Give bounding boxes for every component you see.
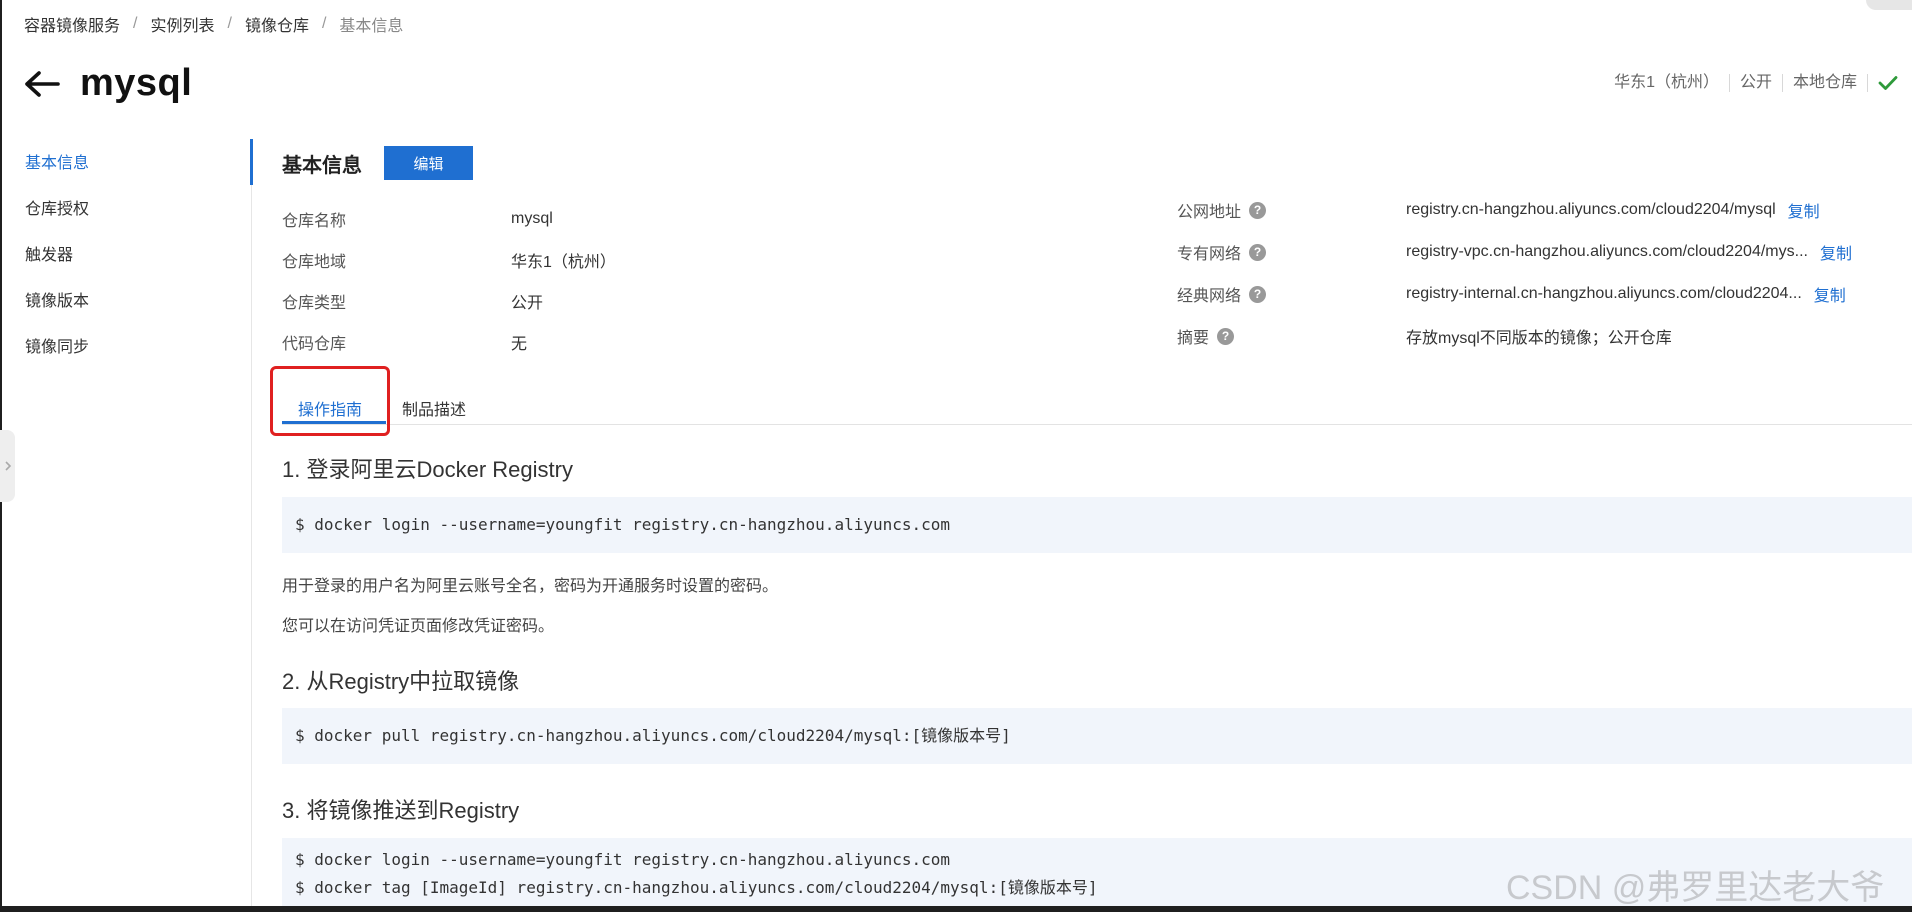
breadcrumb-separator: / — [321, 15, 327, 32]
copy-link[interactable]: 复制 — [1814, 282, 1846, 306]
info-value: 华东1（杭州） — [511, 253, 616, 271]
code-line: $ docker login --username=youngfit regis… — [295, 515, 951, 534]
info-value: 公开 — [511, 294, 544, 312]
window-bottom-edge — [0, 906, 1912, 912]
code-block: $ docker pull registry.cn-hangzhou.aliyu… — [282, 708, 1912, 764]
code-line: $ docker pull registry.cn-hangzhou.aliyu… — [295, 726, 1011, 745]
summary-value: 存放mysql不同版本的镜像；公开仓库 — [1406, 330, 1672, 347]
sidebar-active-indicator — [250, 139, 253, 185]
breadcrumb-container-registry[interactable]: 容器镜像服务 — [24, 12, 120, 36]
info-value: 无 — [511, 335, 528, 353]
guide-section-title: 2. 从Registry中拉取镜像 — [282, 669, 520, 694]
guide-section-title: 1. 登录阿里云Docker Registry — [282, 457, 573, 482]
info-label: 专有网络? — [1177, 240, 1406, 264]
guide-section-title: 3. 将镜像推送到Registry — [282, 798, 520, 823]
copy-link[interactable]: 复制 — [1788, 198, 1820, 222]
info-label-text: 公网地址 — [1177, 204, 1242, 221]
info-row: 经典网络? registry-internal.cn-hangzhou.aliy… — [1177, 273, 1852, 315]
window-corner-tab — [1866, 0, 1912, 10]
info-label: 仓库名称 — [282, 212, 347, 230]
info-label: 仓库类型 — [282, 294, 347, 312]
sidebar: 基本信息 仓库授权 触发器 镜像版本 镜像同步 — [0, 145, 250, 375]
info-label: 仓库地域 — [282, 253, 347, 271]
public-address-value: registry.cn-hangzhou.aliyuncs.com/cloud2… — [1406, 201, 1776, 218]
sidebar-divider — [251, 139, 252, 912]
info-label-text: 专有网络 — [1177, 246, 1242, 263]
sidebar-item-image-sync[interactable]: 镜像同步 — [0, 329, 250, 375]
sidebar-item-basic-info[interactable]: 基本信息 — [0, 145, 250, 191]
repo-visibility: 公开 — [1728, 74, 1782, 92]
sidebar-collapse-handle[interactable] — [0, 430, 15, 502]
sidebar-item-image-versions[interactable]: 镜像版本 — [0, 283, 250, 329]
info-label: 摘要? — [1177, 324, 1406, 348]
page-title: mysql — [80, 62, 193, 104]
info-label-text: 摘要 — [1177, 330, 1210, 347]
section-title-basic-info: 基本信息 — [282, 154, 362, 177]
help-icon[interactable]: ? — [1217, 327, 1235, 345]
breadcrumb-separator: / — [133, 15, 138, 32]
chevron-right-icon — [4, 461, 11, 471]
vpc-address-value: registry-vpc.cn-hangzhou.aliyuncs.com/cl… — [1406, 243, 1808, 260]
help-icon[interactable]: ? — [1249, 285, 1267, 303]
repo-region: 华东1（杭州） — [1614, 74, 1719, 91]
back-arrow-icon[interactable] — [22, 64, 62, 104]
guide-note: 用于登录的用户名为阿里云账号全名，密码为开通服务时设置的密码。 — [282, 578, 779, 595]
code-block: $ docker login --username=youngfit regis… — [282, 497, 1912, 553]
guide-note: 您可以在访问凭证页面修改凭证密码。 — [282, 618, 555, 635]
help-icon[interactable]: ? — [1249, 243, 1267, 261]
classic-address-value: registry-internal.cn-hangzhou.aliyuncs.c… — [1406, 285, 1802, 302]
info-value: mysql — [511, 209, 553, 227]
help-icon[interactable]: ? — [1249, 201, 1267, 219]
info-left-column: 仓库名称 mysql 仓库地域 华东1（杭州） 仓库类型 公开 代码仓库 无 — [282, 198, 616, 362]
info-header: 基本信息 编辑 — [282, 146, 473, 180]
breadcrumb-repositories[interactable]: 镜像仓库 — [245, 12, 309, 36]
sidebar-item-triggers[interactable]: 触发器 — [0, 237, 250, 283]
page-header: mysql — [22, 62, 192, 105]
info-row: 摘要? 存放mysql不同版本的镜像；公开仓库 — [1177, 315, 1852, 357]
highlight-annotation — [270, 366, 390, 436]
info-label-text: 经典网络 — [1177, 288, 1242, 305]
breadcrumb: 容器镜像服务 / 实例列表 / 镜像仓库 / 基本信息 — [24, 12, 403, 36]
breadcrumb-basic-info: 基本信息 — [339, 18, 404, 35]
info-row: 仓库地域 华东1（杭州） — [282, 239, 616, 280]
info-row: 代码仓库 无 — [282, 321, 616, 362]
repo-source: 本地仓库 — [1781, 74, 1867, 92]
breadcrumb-instance-list[interactable]: 实例列表 — [150, 12, 214, 36]
info-row: 仓库名称 mysql — [282, 198, 616, 239]
info-row: 仓库类型 公开 — [282, 280, 616, 321]
info-row: 公网地址? registry.cn-hangzhou.aliyuncs.com/… — [1177, 189, 1852, 231]
tab-bar: 操作指南 制品描述 — [282, 388, 1912, 425]
status-check-icon — [1867, 74, 1912, 92]
tab-product-description[interactable]: 制品描述 — [402, 396, 466, 420]
info-right-column: 公网地址? registry.cn-hangzhou.aliyuncs.com/… — [1177, 189, 1852, 357]
info-label: 公网地址? — [1177, 198, 1406, 222]
info-label: 代码仓库 — [282, 335, 347, 353]
repo-meta: 华东1（杭州） 公开 本地仓库 — [1604, 74, 1912, 92]
copy-link[interactable]: 复制 — [1820, 240, 1852, 264]
info-label: 经典网络? — [1177, 282, 1406, 306]
breadcrumb-separator: / — [227, 15, 232, 32]
info-row: 专有网络? registry-vpc.cn-hangzhou.aliyuncs.… — [1177, 231, 1852, 273]
sidebar-item-authorization[interactable]: 仓库授权 — [0, 191, 250, 237]
edit-button[interactable]: 编辑 — [384, 146, 473, 180]
watermark: CSDN @弗罗里达老大爷 — [1506, 869, 1885, 907]
